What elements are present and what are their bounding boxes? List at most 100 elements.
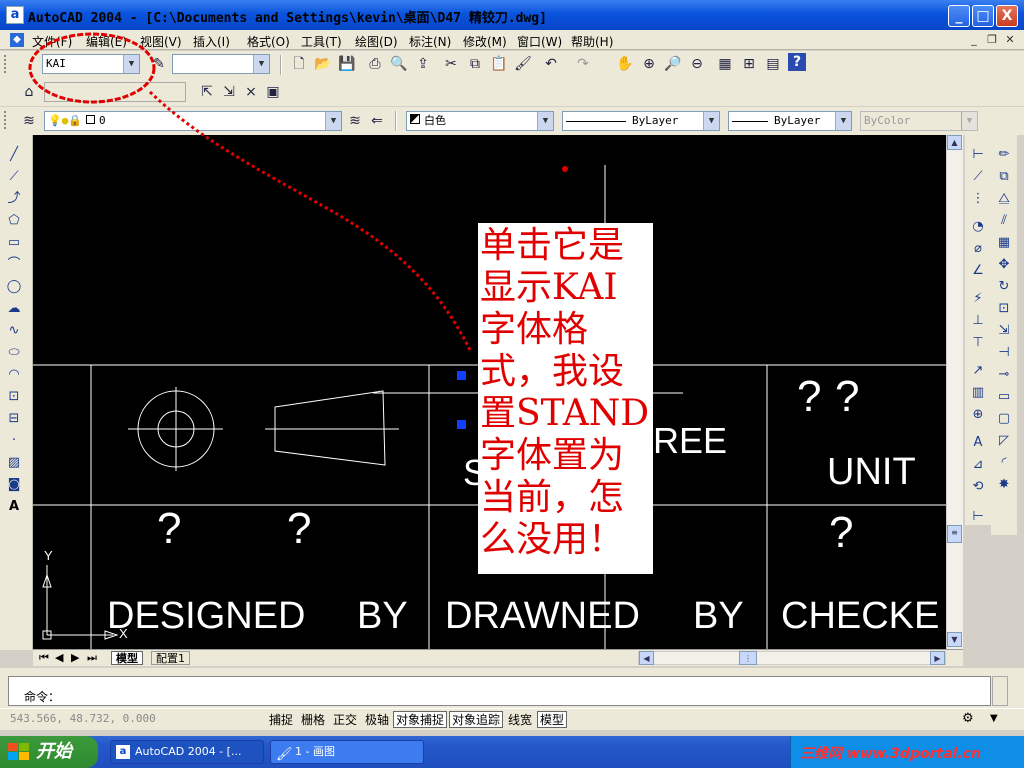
minimize-button[interactable]: _ (948, 5, 970, 27)
cut-icon[interactable]: ✂ (440, 53, 462, 75)
dimension-text-edit-icon[interactable]: ⊿ (968, 455, 988, 475)
join-icon[interactable]: ▢ (994, 409, 1014, 429)
menu-edit[interactable]: 编辑(E) (86, 33, 127, 50)
menu-file[interactable]: 文件(F) (32, 33, 72, 50)
spline-icon[interactable]: ∿ (4, 321, 24, 341)
color-select[interactable]: 白色 ▼ (406, 111, 554, 131)
continue-dimension-icon[interactable]: ⊤ (968, 333, 988, 353)
make-current-layer-icon[interactable]: ≋ (344, 110, 366, 132)
tab-layout1[interactable]: 配置1 (151, 651, 190, 665)
task-autocad[interactable]: a AutoCAD 2004 - [... (110, 740, 264, 764)
ucs-icon[interactable]: ⌂ (18, 81, 40, 103)
maximize-button[interactable]: □ (972, 5, 994, 27)
revision-cloud-icon[interactable]: ☁ (4, 299, 24, 319)
properties-icon[interactable]: ▦ (714, 53, 736, 75)
chevron-down-icon[interactable]: ▼ (835, 112, 851, 130)
fillet-icon[interactable]: ◜ (994, 453, 1014, 473)
layer-manager-icon[interactable]: ≋ (18, 110, 40, 132)
layer-on-icon[interactable]: 💡 (48, 114, 62, 127)
open-icon[interactable]: 📂 (312, 53, 334, 75)
mirror-icon[interactable]: ⧋ (994, 189, 1014, 209)
baseline-dimension-icon[interactable]: ⊥ (968, 311, 988, 331)
scroll-right-icon[interactable]: ▶ (930, 651, 945, 665)
command-scrollbar[interactable] (992, 676, 1008, 706)
ordinate-dimension-icon[interactable]: ⋮ (968, 189, 988, 209)
linear-dimension-icon[interactable]: ⊢ (968, 145, 988, 165)
copy-object-icon[interactable]: ⧉ (994, 167, 1014, 187)
lineweight-select[interactable]: ByLayer ▼ (728, 111, 852, 131)
status-menu-icon[interactable]: ▼ (990, 713, 998, 724)
polyline-icon[interactable]: ⤴ (4, 189, 24, 209)
angular-dimension-icon[interactable]: ∠ (968, 261, 988, 281)
diameter-dimension-icon[interactable]: ⌀ (968, 239, 988, 259)
toggle-snap[interactable]: 捕捉 (266, 711, 296, 728)
leader-icon[interactable]: ↗ (968, 361, 988, 381)
explode-icon[interactable]: ✸ (994, 475, 1014, 495)
tab-model[interactable]: 模型 (111, 651, 143, 665)
stretch-icon[interactable]: ⇲ (994, 321, 1014, 341)
point-icon[interactable]: · (4, 431, 24, 451)
arc-icon[interactable]: ⌒ (4, 255, 24, 275)
toggle-polar[interactable]: 极轴 (362, 711, 392, 728)
extend-icon[interactable]: ⊸ (994, 365, 1014, 385)
toolbar-grip[interactable] (4, 55, 7, 73)
plotstyle-select[interactable]: ByColor ▼ (860, 111, 978, 131)
scroll-thumb[interactable]: ≡ (947, 525, 962, 543)
menu-draw[interactable]: 绘图(D) (355, 33, 398, 50)
zoom-previous-icon[interactable]: ⊖ (686, 53, 708, 75)
menu-tools[interactable]: 工具(T) (301, 33, 342, 50)
text-style-icon[interactable]: ✎ (148, 53, 170, 75)
quick-dimension-icon[interactable]: ⚡ (968, 289, 988, 309)
menu-window[interactable]: 窗口(W) (517, 33, 562, 50)
hatch-icon[interactable]: ▨ (4, 453, 24, 473)
toggle-otrack[interactable]: 对象追踪 (449, 711, 504, 728)
redo-icon[interactable]: ↷ (572, 53, 594, 75)
chamfer-icon[interactable]: ◸ (994, 431, 1014, 451)
layer-select[interactable]: 💡●🔒 0 ▼ (44, 111, 342, 131)
region-icon[interactable]: ◙ (4, 475, 24, 495)
xclip-icon[interactable]: ▣ (262, 81, 284, 103)
toggle-ortho[interactable]: 正交 (330, 711, 360, 728)
erase-icon[interactable]: ✏ (994, 145, 1014, 165)
linetype-select[interactable]: ByLayer ▼ (562, 111, 720, 131)
tool-palettes-icon[interactable]: ▤ (762, 53, 784, 75)
dim-style-select[interactable]: ▼ (172, 54, 270, 74)
doc-close-button[interactable]: ✕ (1002, 33, 1018, 47)
chevron-down-icon[interactable]: ▼ (325, 112, 341, 130)
preview-icon[interactable]: 🔍 (388, 53, 410, 75)
dimension-style-icon[interactable]: ⊢ (968, 507, 988, 527)
chevron-down-icon[interactable]: ▼ (703, 112, 719, 130)
coordinates-readout[interactable]: 543.566, 48.732, 0.000 (10, 712, 156, 725)
zoom-window-icon[interactable]: 🔎 (662, 53, 684, 75)
autocad-app-icon[interactable]: a (6, 6, 24, 24)
tab-last-icon[interactable]: ⏭ (83, 651, 101, 665)
offset-icon[interactable]: ⫽ (994, 211, 1014, 231)
new-icon[interactable]: 🗋 (288, 53, 310, 75)
chevron-down-icon[interactable]: ▼ (961, 112, 977, 130)
break-icon[interactable]: ▭ (994, 387, 1014, 407)
toggle-osnap[interactable]: 对象捕捉 (393, 711, 448, 728)
construction-line-icon[interactable]: ⟋ (4, 167, 24, 187)
menu-insert[interactable]: 插入(I) (193, 33, 230, 50)
layer-lock-icon[interactable]: 🔒 (68, 114, 82, 127)
scale-icon[interactable]: ⊡ (994, 299, 1014, 319)
print-icon[interactable]: ⎙ (364, 53, 386, 75)
ellipse-icon[interactable]: ⬭ (4, 343, 24, 363)
copy-icon[interactable]: ⧉ (464, 53, 486, 75)
layer-previous-icon[interactable]: ⇐ (366, 110, 388, 132)
xref-icon[interactable]: ⨯ (240, 81, 262, 103)
publish-icon[interactable]: ⇪ (412, 53, 434, 75)
command-line[interactable] (8, 676, 991, 706)
text-style-select[interactable]: KAI ▼ (42, 54, 140, 74)
menu-format[interactable]: 格式(O) (247, 33, 290, 50)
doc-minimize-button[interactable]: _ (966, 33, 982, 47)
menu-dimension[interactable]: 标注(N) (409, 33, 451, 50)
match-properties-icon[interactable]: 🖌 (512, 53, 534, 75)
close-button[interactable]: X (996, 5, 1018, 27)
dimension-update-icon[interactable]: ⟲ (968, 477, 988, 497)
line-icon[interactable]: ╱ (4, 145, 24, 165)
design-center-icon[interactable]: ⊞ (738, 53, 760, 75)
insert-block-icon[interactable]: ⊡ (4, 387, 24, 407)
doc-restore-button[interactable]: ❐ (984, 33, 1000, 47)
center-mark-icon[interactable]: ⊕ (968, 405, 988, 425)
